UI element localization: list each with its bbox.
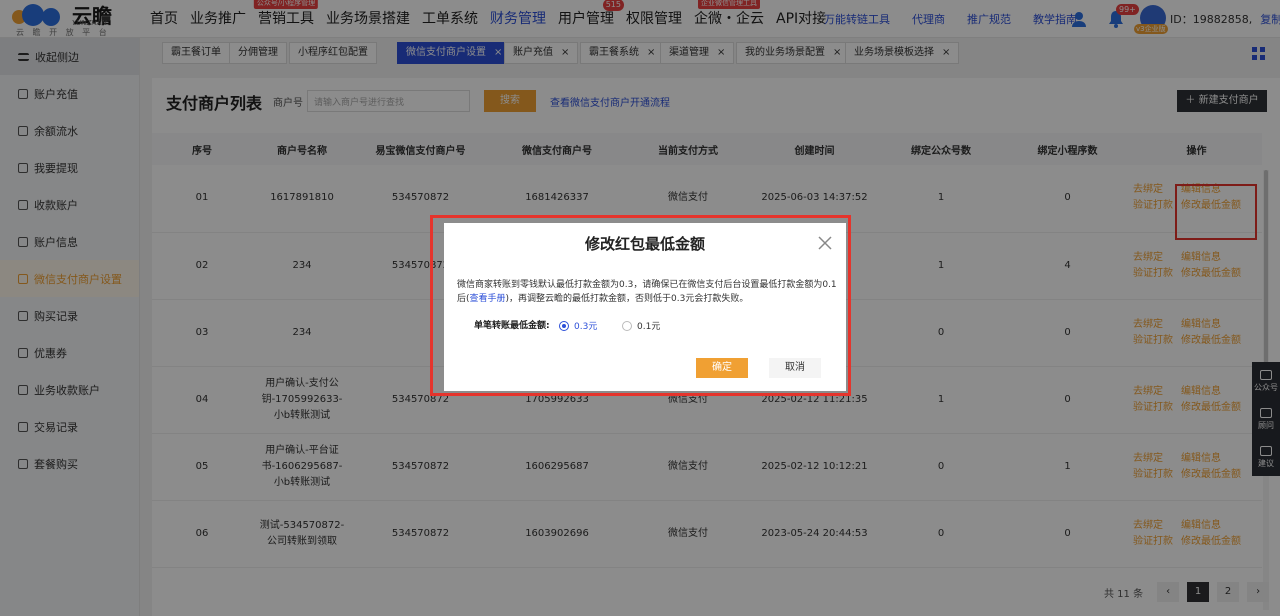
confirm-button[interactable]: 确定	[696, 358, 748, 378]
min-amount-label: 单笔转账最低金额:	[474, 321, 550, 331]
radio-unchecked-icon	[622, 320, 632, 331]
cancel-button[interactable]: 取消	[769, 358, 821, 378]
dialog-description: 微信商家转账到零钱默认最低打款金额为0.3，请确保已在微信支付后台设置最低打款金…	[457, 280, 837, 304]
radio-checked-icon	[559, 320, 569, 331]
radio-0-3[interactable]: 0.3元	[559, 319, 597, 332]
min-amount-dialog: 修改红包最低金额 微信商家转账到零钱默认最低打款金额为0.3，请确保已在微信支付…	[444, 223, 846, 391]
radio-0-1[interactable]: 0.1元	[622, 319, 660, 332]
manual-link[interactable]: 查看手册	[470, 294, 506, 304]
dialog-title: 修改红包最低金额	[584, 235, 705, 253]
close-icon[interactable]	[818, 236, 832, 250]
